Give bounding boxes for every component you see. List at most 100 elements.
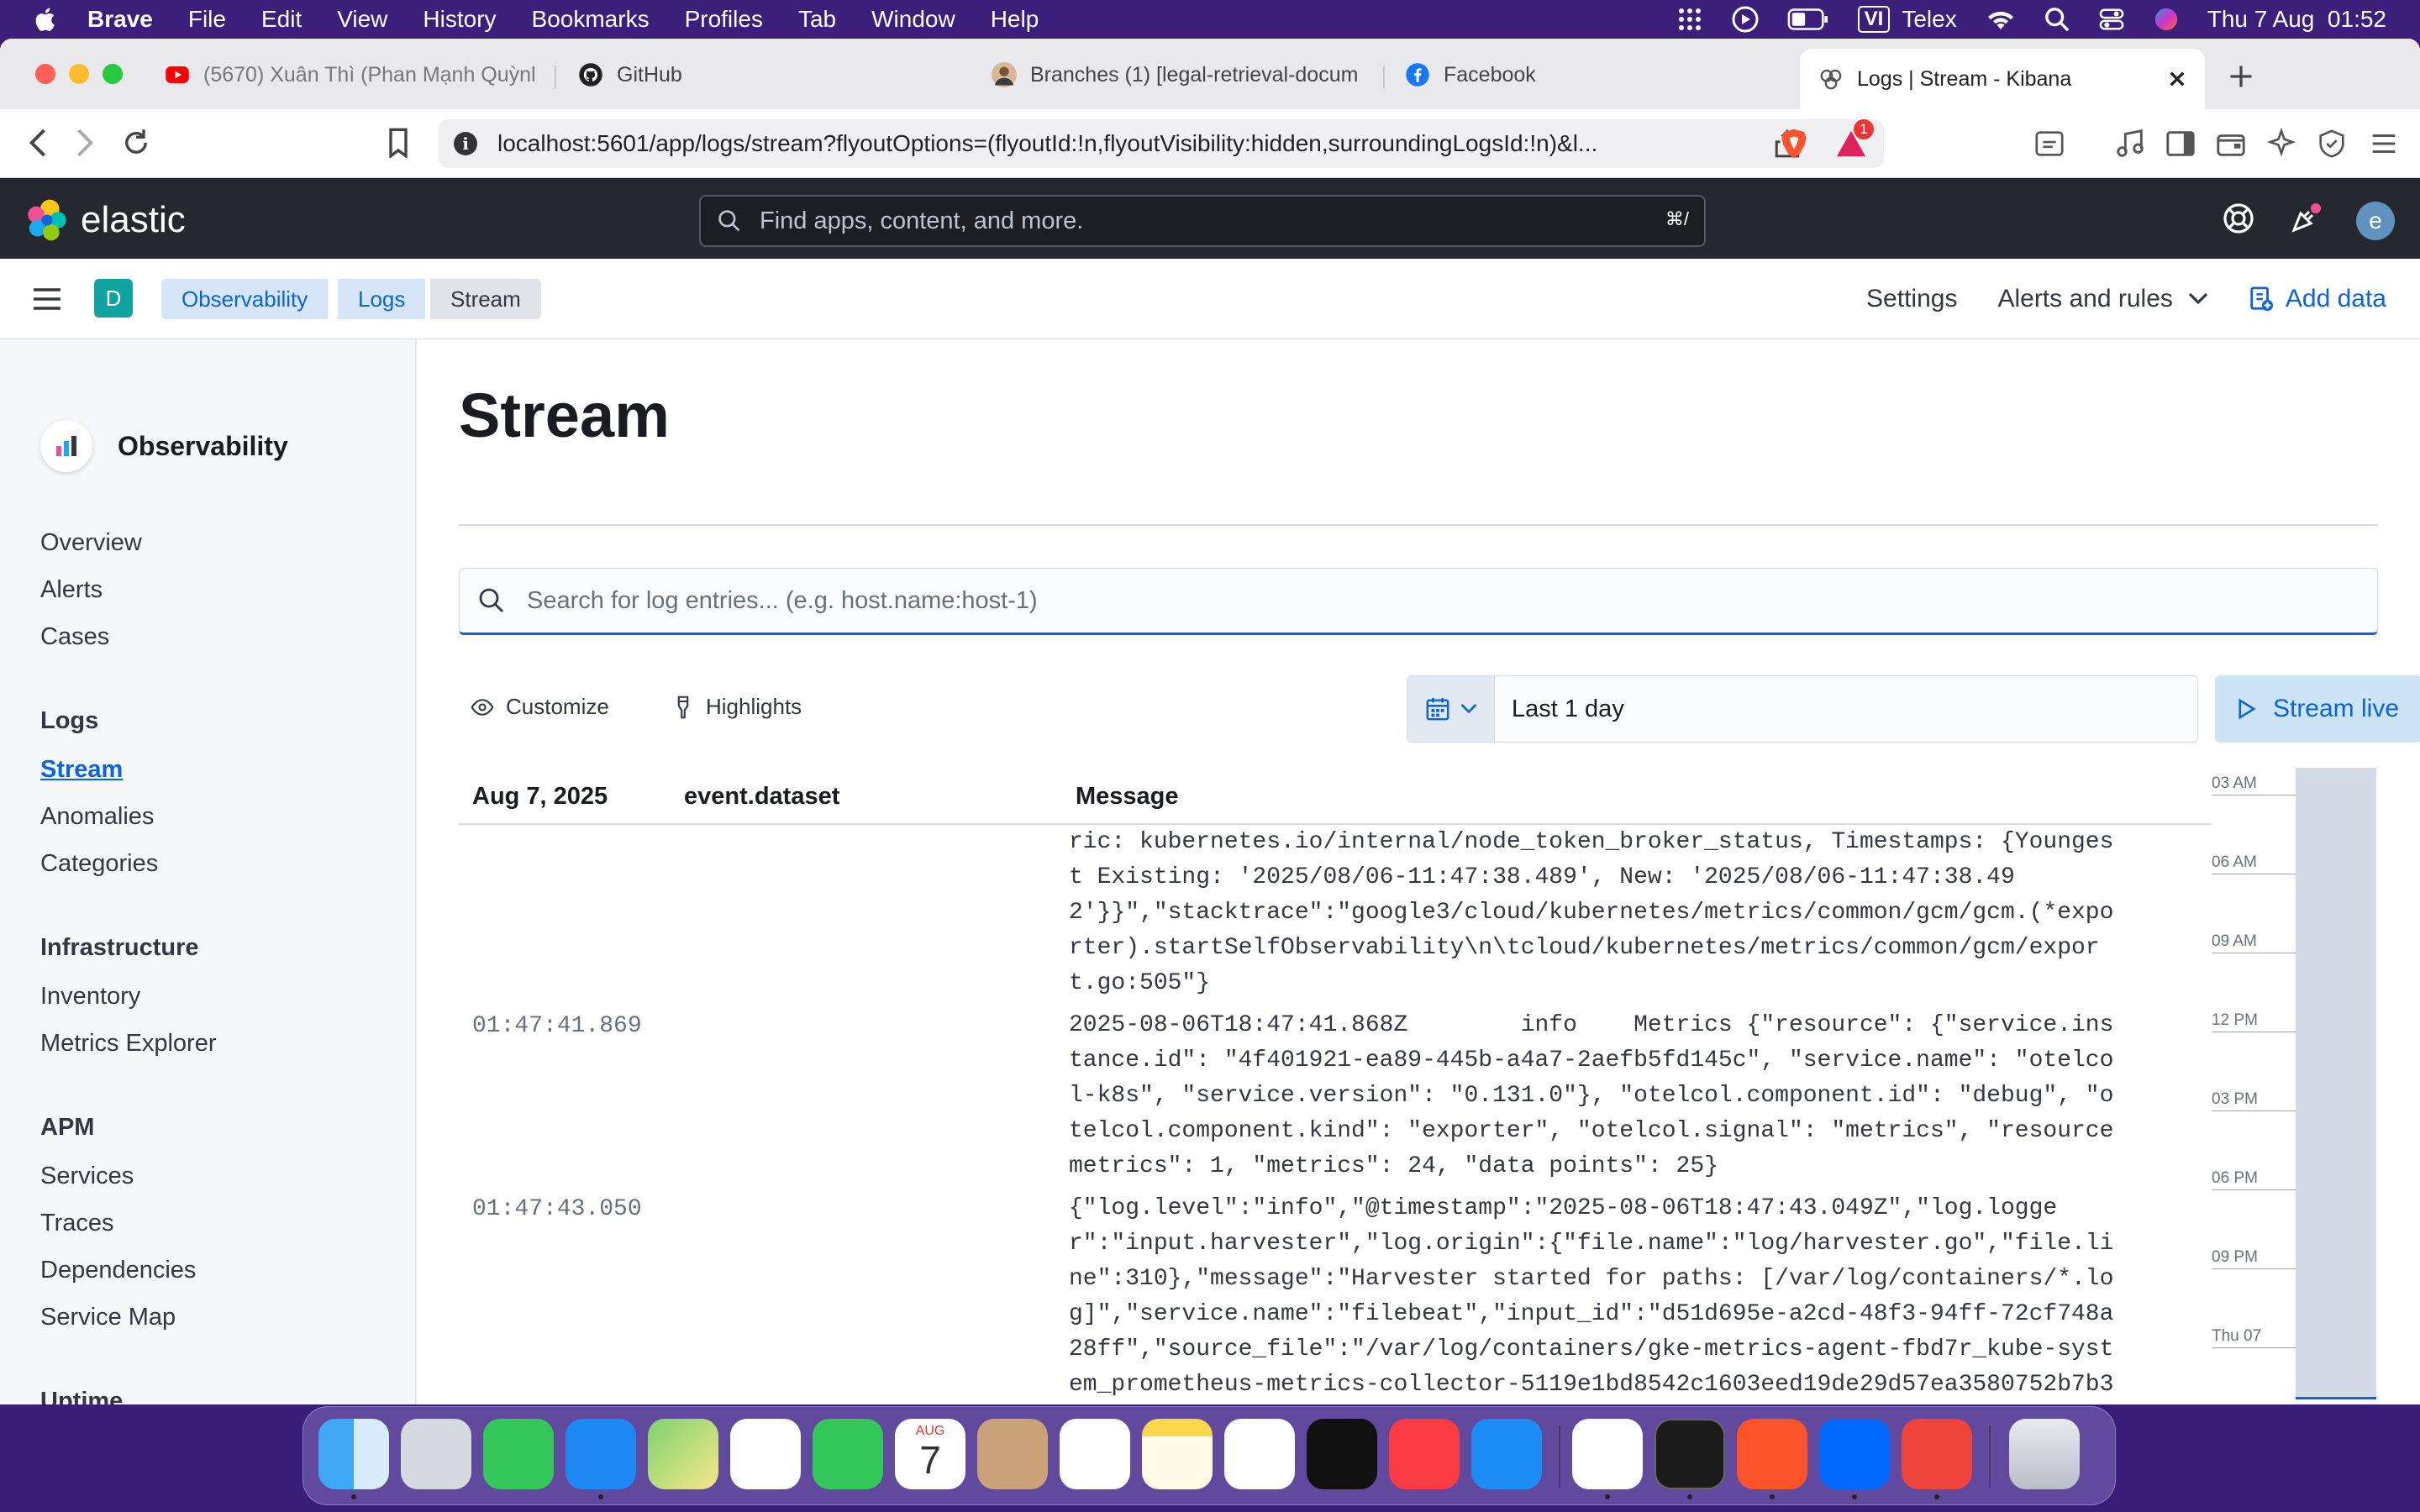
mail-icon[interactable] bbox=[566, 1419, 636, 1489]
notes-icon[interactable] bbox=[1142, 1419, 1213, 1489]
menu-tab[interactable]: Tab bbox=[798, 6, 836, 33]
log-entry-row[interactable]: ric: kubernetes.io/internal/node_token_b… bbox=[459, 825, 2212, 1008]
menu-help[interactable]: Help bbox=[991, 6, 1039, 33]
minimap-density-band[interactable] bbox=[2296, 768, 2376, 1399]
terminal-icon[interactable] bbox=[1655, 1419, 1725, 1489]
reminders-icon[interactable] bbox=[1060, 1419, 1130, 1489]
breadcrumb-logs[interactable]: Logs bbox=[338, 279, 426, 319]
app-store-icon[interactable] bbox=[1471, 1419, 1542, 1489]
close-tab-icon[interactable] bbox=[2168, 70, 2186, 88]
log-minimap[interactable]: 03 AM 06 AM 09 AM 12 PM 03 PM 06 PM 09 P… bbox=[2212, 768, 2380, 1399]
menu-view[interactable]: View bbox=[337, 6, 387, 33]
wifi-icon[interactable] bbox=[1986, 7, 2016, 32]
menu-edit[interactable]: Edit bbox=[261, 6, 302, 33]
apple-tv-icon[interactable] bbox=[1307, 1419, 1377, 1489]
log-entry-row[interactable]: 01:47:41.869 2025-08-06T18:47:41.868Z in… bbox=[459, 1008, 2212, 1191]
wallet-icon[interactable] bbox=[2215, 128, 2247, 160]
reader-mode-icon[interactable] bbox=[2033, 128, 2065, 160]
stream-live-button[interactable]: Stream live bbox=[2215, 675, 2420, 743]
add-data-button[interactable]: Add data bbox=[2249, 285, 2386, 313]
menubar-clock[interactable]: Thu 7 Aug 01:52 bbox=[2207, 6, 2386, 33]
highlights-button[interactable]: Highlights bbox=[674, 694, 802, 720]
freeform-icon[interactable] bbox=[1224, 1419, 1295, 1489]
control-center-icon[interactable] bbox=[2098, 7, 2125, 32]
sidebar-item-cases[interactable]: Cases bbox=[40, 623, 109, 651]
time-range-value[interactable]: Last 1 day bbox=[1512, 696, 1624, 723]
trash-icon[interactable] bbox=[2009, 1419, 2080, 1489]
elastic-home-link[interactable]: elastic bbox=[25, 198, 186, 242]
new-tab-icon[interactable] bbox=[2228, 64, 2254, 89]
forward-button[interactable] bbox=[67, 124, 104, 161]
finder-icon[interactable] bbox=[318, 1419, 389, 1489]
sidebar-item-alerts[interactable]: Alerts bbox=[40, 576, 103, 604]
input-method-label[interactable]: Telex bbox=[1902, 6, 1956, 33]
facetime-icon[interactable] bbox=[813, 1419, 883, 1489]
url-text[interactable]: localhost:5601/app/logs/stream?flyoutOpt… bbox=[497, 130, 1597, 157]
tab-github[interactable]: GitHub bbox=[578, 57, 931, 92]
menu-window[interactable]: Window bbox=[871, 6, 955, 33]
siri-icon[interactable] bbox=[2154, 7, 2179, 32]
close-window-button[interactable] bbox=[35, 64, 55, 84]
settings-link[interactable]: Settings bbox=[1866, 285, 1957, 313]
sidebar-toggle-icon[interactable] bbox=[2165, 128, 2196, 160]
photos-icon[interactable] bbox=[730, 1419, 801, 1489]
menu-history[interactable]: History bbox=[423, 6, 496, 33]
vpn-shield-icon[interactable] bbox=[2316, 128, 2348, 160]
log-entry-row[interactable]: 01:47:43.050 {"log.level":"info","@times… bbox=[459, 1191, 2212, 1404]
launchpad-icon[interactable] bbox=[401, 1419, 471, 1489]
tab-kibana-active[interactable]: Logs | Stream - Kibana bbox=[1800, 49, 2205, 109]
column-header-message[interactable]: Message bbox=[1076, 783, 1179, 811]
address-bar[interactable]: i localhost:5601/app/logs/stream?flyoutO… bbox=[439, 119, 1884, 168]
sidebar-item-traces[interactable]: Traces bbox=[40, 1210, 114, 1237]
user-avatar[interactable]: e bbox=[2356, 202, 2395, 240]
input-source-badge[interactable]: VI bbox=[1857, 6, 1891, 33]
zalo-icon[interactable] bbox=[1819, 1419, 1890, 1489]
menu-toggle-icon[interactable] bbox=[32, 287, 62, 311]
calendar-icon[interactable]: AUG 7 bbox=[895, 1419, 965, 1489]
media-music-icon[interactable] bbox=[2114, 128, 2146, 160]
menu-profiles[interactable]: Profiles bbox=[685, 6, 763, 33]
help-icon[interactable] bbox=[2222, 202, 2255, 235]
customize-button[interactable]: Customize bbox=[471, 694, 609, 720]
site-info-icon[interactable]: i bbox=[454, 132, 477, 155]
breadcrumb-observability[interactable]: Observability bbox=[161, 279, 329, 319]
leo-ai-icon[interactable] bbox=[2265, 128, 2297, 160]
sidebar-item-stream[interactable]: Stream bbox=[40, 756, 123, 784]
date-picker[interactable]: Last 1 day bbox=[1407, 675, 2198, 743]
sidebar-item-categories[interactable]: Categories bbox=[40, 850, 158, 878]
vscode-icon[interactable] bbox=[1572, 1419, 1643, 1489]
sidebar-item-service-map[interactable]: Service Map bbox=[40, 1304, 176, 1331]
contacts-icon[interactable] bbox=[977, 1419, 1048, 1489]
sidebar-item-anomalies[interactable]: Anomalies bbox=[40, 803, 154, 831]
tab-branches[interactable]: Branches (1) [legal-retrieval-docum bbox=[992, 57, 1361, 92]
column-header-date[interactable]: Aug 7, 2025 bbox=[472, 783, 608, 811]
sidebar-item-overview[interactable]: Overview bbox=[40, 529, 142, 557]
column-header-dataset[interactable]: event.dataset bbox=[684, 783, 839, 811]
brave-icon[interactable] bbox=[1737, 1419, 1807, 1489]
anydesk-icon[interactable] bbox=[1902, 1419, 1972, 1489]
brave-shields-icon[interactable] bbox=[1778, 128, 1810, 160]
back-button[interactable] bbox=[18, 124, 55, 161]
battery-icon[interactable] bbox=[1787, 8, 1829, 31]
quick-select-button[interactable] bbox=[1407, 676, 1495, 742]
space-selector-badge[interactable]: D bbox=[94, 279, 133, 318]
news-feed-icon[interactable] bbox=[2289, 202, 2323, 235]
browser-menu-icon[interactable] bbox=[2368, 128, 2400, 160]
sidebar-item-metrics-explorer[interactable]: Metrics Explorer bbox=[40, 1030, 217, 1058]
apple-logo-icon[interactable] bbox=[32, 5, 60, 34]
log-search-input[interactable]: Search for log entries... (e.g. host.nam… bbox=[459, 568, 2378, 635]
spotlight-search-icon[interactable] bbox=[2044, 7, 2070, 32]
grid-dots-icon[interactable] bbox=[1676, 6, 1703, 33]
messages-icon[interactable] bbox=[483, 1419, 554, 1489]
bookmark-button[interactable] bbox=[380, 124, 417, 161]
menu-file[interactable]: File bbox=[188, 6, 226, 33]
menu-app-name[interactable]: Brave bbox=[87, 6, 153, 33]
sidebar-item-services[interactable]: Services bbox=[40, 1163, 134, 1190]
sidebar-item-inventory[interactable]: Inventory bbox=[40, 983, 140, 1011]
play-circle-icon[interactable] bbox=[1732, 6, 1759, 33]
tab-youtube[interactable]: (5670) Xuân Thì (Phan Mạnh Quỳnh bbox=[165, 57, 534, 92]
maps-icon[interactable] bbox=[648, 1419, 718, 1489]
music-icon[interactable] bbox=[1389, 1419, 1460, 1489]
minimize-window-button[interactable] bbox=[69, 64, 89, 84]
global-search-input[interactable]: Find apps, content, and more. ⌘/ bbox=[699, 195, 1706, 247]
